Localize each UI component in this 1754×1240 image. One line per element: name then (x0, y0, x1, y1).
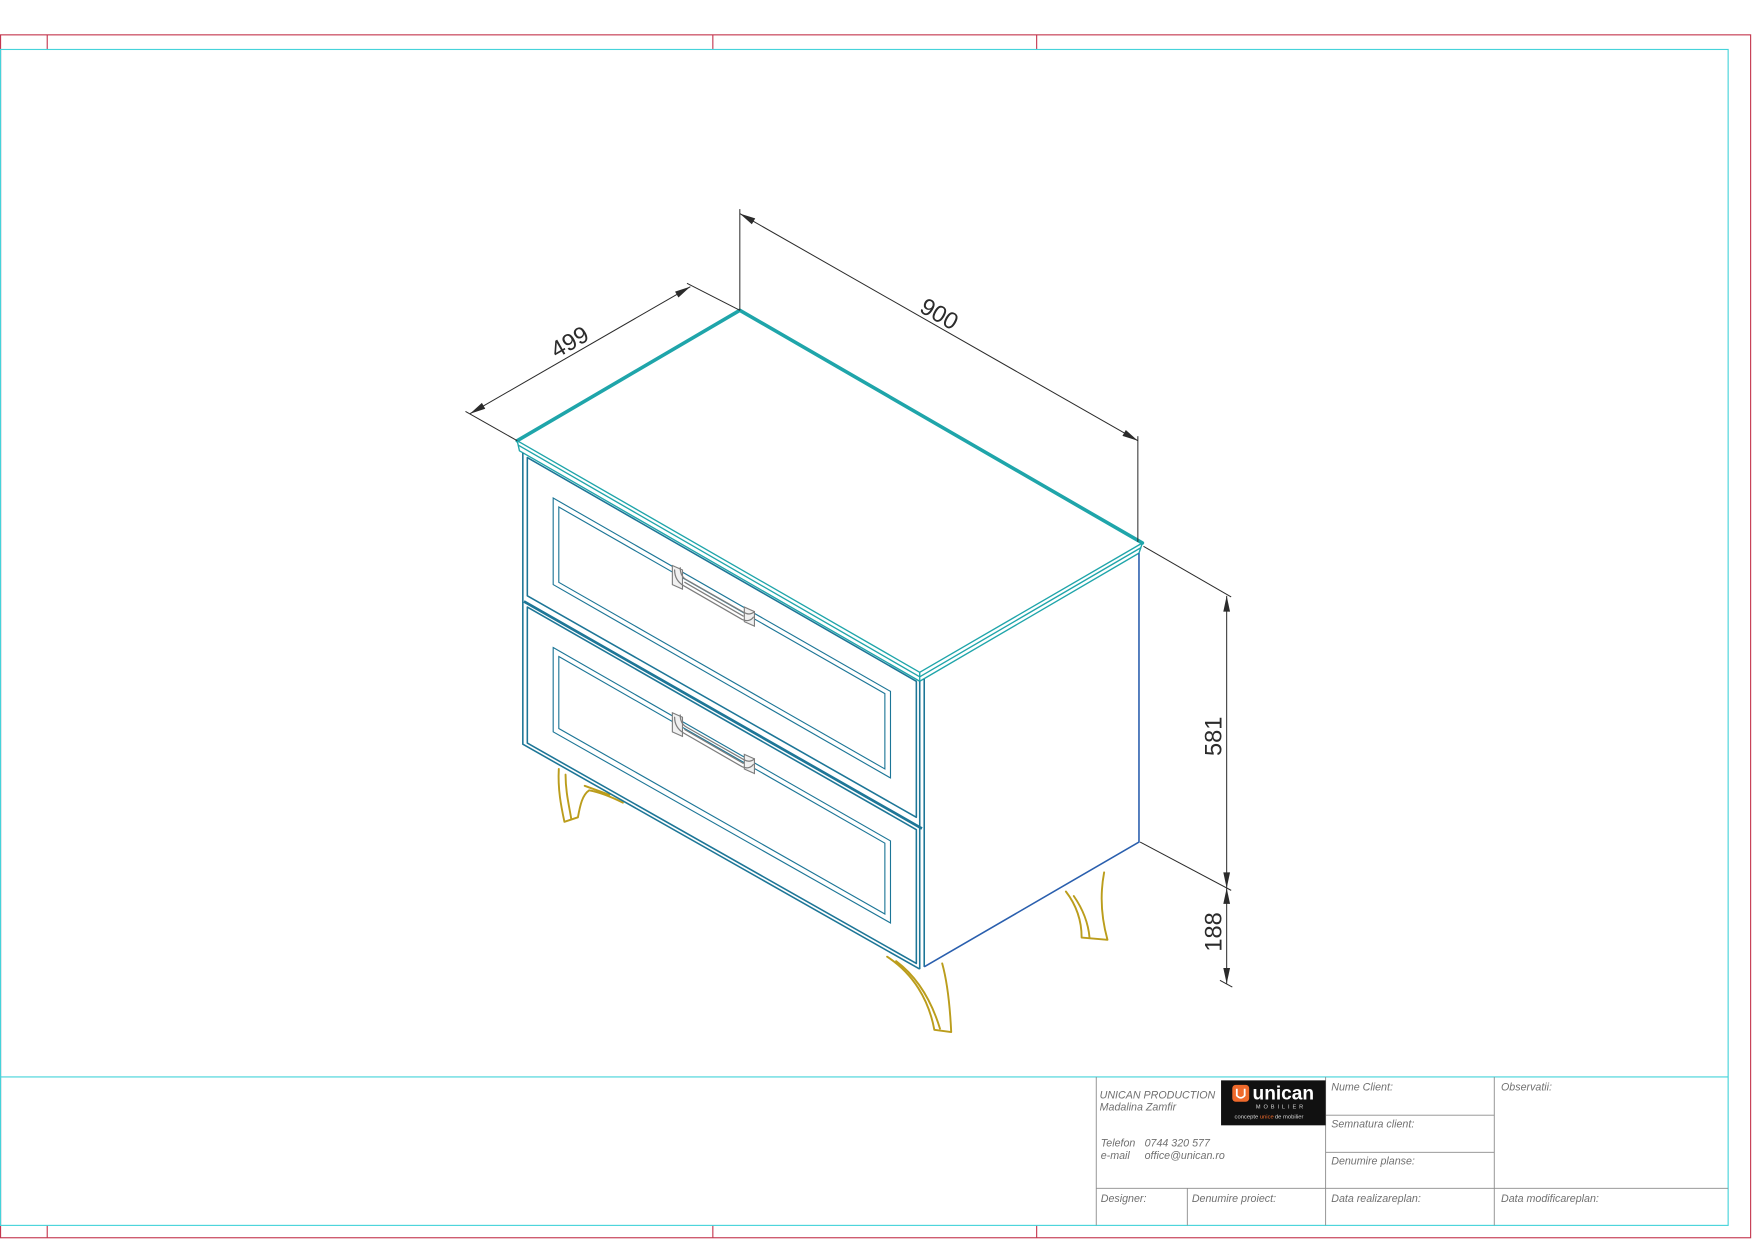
handle-mount-right (743, 606, 756, 628)
dimension-label-body-height: 581 (1201, 717, 1227, 756)
drawer-divider-rail (523, 600, 923, 830)
client-signature-label: Semnatura client: (1331, 1119, 1414, 1131)
email-address: office@unican.ro (1145, 1150, 1225, 1162)
extension-line (1143, 545, 1232, 598)
handle-mount-right (743, 753, 756, 775)
drawer-panel-inner (558, 655, 886, 915)
top-back-edges (515, 308, 1145, 545)
logo-tagline: concepte unicede mobilier (1235, 1115, 1304, 1121)
arrowhead (1223, 595, 1231, 612)
dimension-label-width: 900 (915, 294, 962, 336)
title-block-texts: UNICAN PRODUCTION Madalina Zamfir Telefo… (1100, 1081, 1599, 1204)
leg-inner-line (564, 773, 573, 820)
arrowhead (469, 402, 486, 414)
logo-tagline-accent: unice (1260, 1115, 1274, 1121)
logo-icon-square (1232, 1084, 1250, 1102)
arrowhead (1223, 888, 1231, 904)
handle-mount-left (671, 564, 684, 590)
extension-line (465, 411, 518, 442)
inner-border-cyan (0, 48, 1729, 1226)
extension-line (686, 282, 741, 311)
drawer-panel-inner (558, 506, 886, 770)
unican-logo-icon (1232, 1084, 1250, 1102)
client-name-label: Nume Client: (1331, 1081, 1393, 1093)
drawer-handle (671, 711, 756, 775)
logo-wordmark: unican (1253, 1083, 1315, 1104)
logo-subtitle: MOBILIER (1256, 1104, 1306, 1110)
dimension-width: 900 (739, 209, 1139, 542)
dimension-depth: 499 (465, 282, 741, 442)
logo-tagline-post: de mobilier (1275, 1115, 1304, 1121)
extension-line (1139, 841, 1232, 891)
drawer-cabinet (515, 308, 1145, 970)
email-label: e-mail (1101, 1150, 1131, 1162)
handle-bar-ridge (684, 728, 744, 764)
inner-border-rect (0, 48, 1729, 1226)
handle-mount-left (671, 711, 684, 738)
dimension-label-depth: 499 (546, 322, 593, 364)
technical-drawing: UNICAN PRODUCTION Madalina Zamfir Telefo… (0, 34, 1752, 1239)
plan-date-label: Data realizareplan: (1331, 1193, 1421, 1205)
arrowhead (1223, 967, 1231, 984)
observations-label: Observatii: (1501, 1081, 1552, 1093)
cabinet-body (522, 453, 1140, 970)
sheet-name-label: Denumire planse: (1331, 1156, 1415, 1168)
dimension-label-leg-height: 188 (1201, 912, 1227, 951)
outer-border-red (0, 34, 1752, 1239)
leg-inner-line (895, 960, 941, 1030)
phone-label: Telefon (1101, 1138, 1136, 1150)
company-name: UNICAN PRODUCTION (1100, 1089, 1216, 1101)
body-front-left-edge (522, 453, 921, 970)
dimension-body-height: 581 (1139, 545, 1232, 891)
arrowhead (1122, 430, 1138, 441)
drawing-sheet: UNICAN PRODUCTION Madalina Zamfir Telefo… (0, 0, 1754, 1240)
arrowhead (1223, 872, 1231, 889)
designer-label: Designer: (1101, 1193, 1147, 1205)
logo-tagline-pre: concepte (1235, 1115, 1260, 1121)
arrowhead (675, 286, 691, 298)
arrowhead (739, 213, 756, 225)
phone-number: 0744 320 577 (1145, 1138, 1211, 1150)
extension-line (1219, 979, 1233, 988)
cabinet-top (515, 308, 1145, 682)
top-edge-round (517, 444, 1142, 678)
leg-outline (1064, 871, 1109, 941)
handle-bar-ridge (684, 581, 744, 617)
project-name-label: Denumire proiect: (1192, 1193, 1276, 1205)
dimension-leg-height: 188 (1201, 888, 1233, 988)
unican-logo: unican MOBILIER concepte unicede mobilie… (1221, 1080, 1326, 1126)
plan-modified-label: Data modificareplan: (1501, 1193, 1599, 1205)
leg-right (1064, 871, 1109, 941)
outer-border-rect (0, 34, 1752, 1239)
designer-name: Madalina Zamfir (1100, 1102, 1177, 1114)
